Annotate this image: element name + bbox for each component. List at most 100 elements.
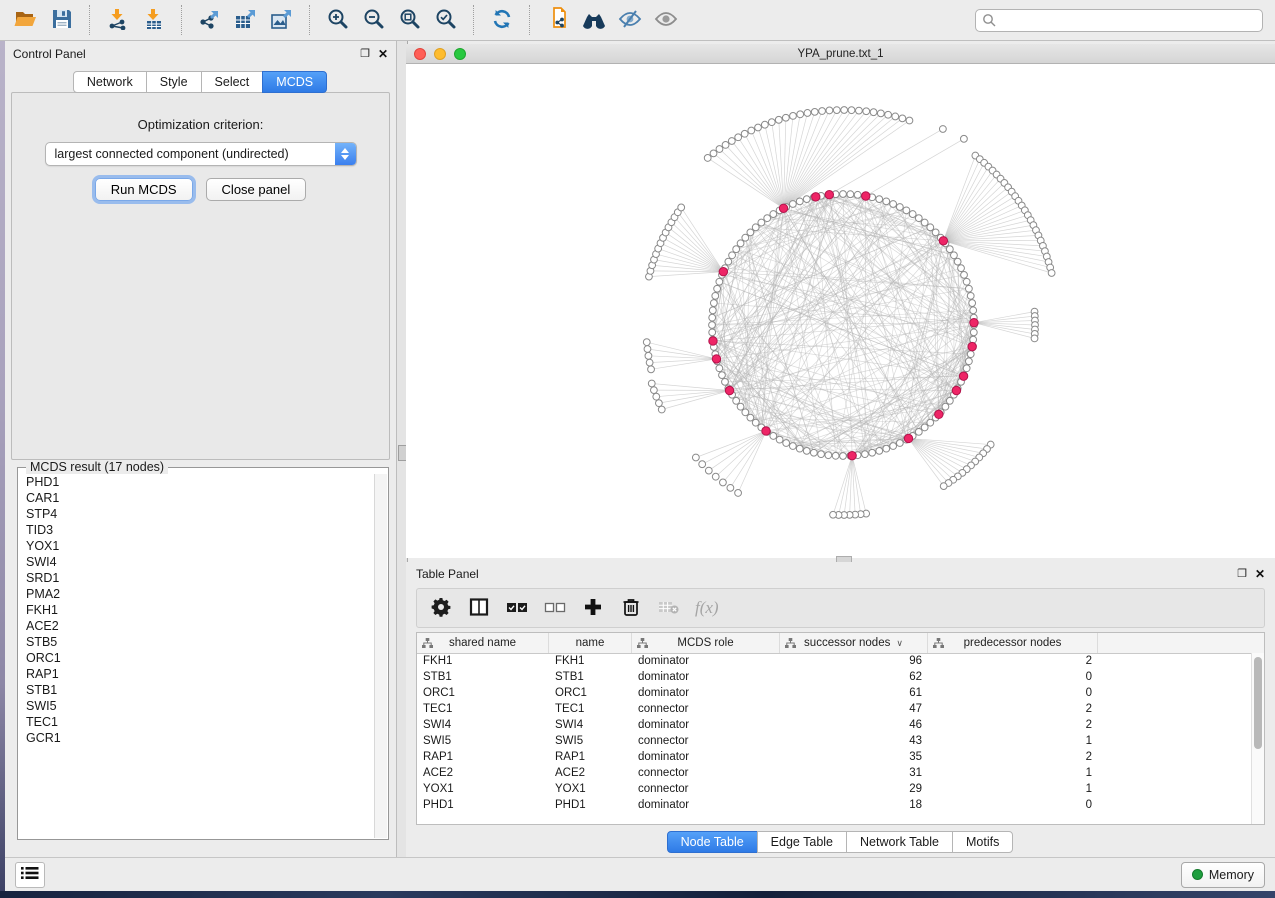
mcds-result-item[interactable]: RAP1 xyxy=(26,666,375,682)
table-row[interactable]: RAP1RAP1dominator352 xyxy=(417,749,1252,765)
unselect-all-columns-button[interactable] xyxy=(543,596,567,620)
network-graph[interactable] xyxy=(406,64,1275,558)
column-label: name xyxy=(576,637,605,649)
new-network-from-file-button[interactable] xyxy=(540,4,576,36)
table-row[interactable]: PHD1PHD1dominator180 xyxy=(417,797,1252,813)
refresh-button[interactable] xyxy=(484,4,520,36)
mcds-result-item[interactable]: CAR1 xyxy=(26,490,375,506)
table-row[interactable]: SWI5SWI5connector431 xyxy=(417,733,1252,749)
float-panel-icon[interactable]: ❐ xyxy=(360,49,370,60)
search-binoculars-button[interactable] xyxy=(576,4,612,36)
network-window-titlebar[interactable]: YPA_prune.txt_1 xyxy=(406,44,1275,64)
run-mcds-button[interactable]: Run MCDS xyxy=(95,178,193,201)
table-row[interactable]: YOX1YOX1connector291 xyxy=(417,781,1252,797)
export-network-button[interactable] xyxy=(192,4,228,36)
mcds-result-item[interactable]: STB1 xyxy=(26,682,375,698)
table-row[interactable]: FKH1FKH1dominator962 xyxy=(417,653,1252,669)
cell-name: YOX1 xyxy=(549,783,632,795)
column-header-name[interactable]: name xyxy=(549,633,632,653)
mcds-result-item[interactable]: STB5 xyxy=(26,634,375,650)
mcds-result-item[interactable]: SWI4 xyxy=(26,554,375,570)
cell-name: SWI4 xyxy=(549,719,632,731)
delete-column-button[interactable] xyxy=(619,596,643,620)
create-column-button[interactable] xyxy=(581,596,605,620)
tab-network[interactable]: Network xyxy=(73,71,147,93)
search-input[interactable] xyxy=(975,9,1263,32)
mcds-result-item[interactable]: PMA2 xyxy=(26,586,375,602)
mcds-result-item[interactable]: ORC1 xyxy=(26,650,375,666)
zoom-in-button[interactable] xyxy=(320,4,356,36)
column-label: shared name xyxy=(449,637,516,649)
select-all-columns-button[interactable] xyxy=(505,596,529,620)
tab-style[interactable]: Style xyxy=(146,71,202,93)
table-toolbar: f(x) xyxy=(416,588,1265,628)
export-table-button[interactable] xyxy=(228,4,264,36)
column-header-successor-nodes[interactable]: successor nodes∨ xyxy=(780,633,928,653)
table-row[interactable]: ORC1ORC1dominator610 xyxy=(417,685,1252,701)
mcds-result-item[interactable]: YOX1 xyxy=(26,538,375,554)
table-row[interactable]: TEC1TEC1connector472 xyxy=(417,701,1252,717)
control-panel-title: Control Panel xyxy=(13,47,86,61)
export-image-button[interactable] xyxy=(264,4,300,36)
tab-select[interactable]: Select xyxy=(201,71,264,93)
cell-shared_name: TEC1 xyxy=(417,703,549,715)
column-header-MCDS-role[interactable]: MCDS role xyxy=(632,633,780,653)
mcds-result-item[interactable]: SWI5 xyxy=(26,698,375,714)
tab-node-table[interactable]: Node Table xyxy=(667,831,758,853)
toolbar-separator xyxy=(309,5,311,35)
cell-shared_name: SWI4 xyxy=(417,719,549,731)
tab-motifs[interactable]: Motifs xyxy=(952,831,1013,853)
close-panel-icon[interactable]: ✕ xyxy=(1255,568,1265,580)
memory-label: Memory xyxy=(1209,868,1254,882)
zoom-out-button[interactable] xyxy=(356,4,392,36)
table-row[interactable]: STB1STB1dominator620 xyxy=(417,669,1252,685)
table-options-button[interactable] xyxy=(429,596,453,620)
export-table-icon xyxy=(234,8,258,33)
hide-selected-button[interactable] xyxy=(612,4,648,36)
cell-name: STB1 xyxy=(549,671,632,683)
table-panel: Table Panel ❐ ✕ xyxy=(406,562,1275,857)
function-builder-button[interactable]: f(x) xyxy=(695,596,719,620)
save-session-button[interactable] xyxy=(44,4,80,36)
zoom-fit-button[interactable] xyxy=(392,4,428,36)
mcds-result-item[interactable]: SRD1 xyxy=(26,570,375,586)
cell-name: ORC1 xyxy=(549,687,632,699)
task-history-button[interactable] xyxy=(15,862,45,888)
mcds-result-item[interactable]: ACE2 xyxy=(26,618,375,634)
criterion-value: largest connected component (undirected) xyxy=(46,143,356,165)
show-columns-button[interactable] xyxy=(467,596,491,620)
import-table-button[interactable] xyxy=(136,4,172,36)
table-row[interactable]: SWI4SWI4dominator462 xyxy=(417,717,1252,733)
mcds-result-item[interactable]: GCR1 xyxy=(26,730,375,746)
tab-edge-table[interactable]: Edge Table xyxy=(757,831,847,853)
close-panel-icon[interactable]: ✕ xyxy=(378,48,388,60)
column-header-shared-name[interactable]: shared name xyxy=(417,633,549,653)
mcds-result-item[interactable]: STP4 xyxy=(26,506,375,522)
table-row[interactable]: ACE2ACE2connector311 xyxy=(417,765,1252,781)
delete-table-button[interactable] xyxy=(657,596,681,620)
import-network-button[interactable] xyxy=(100,4,136,36)
mcds-result-item[interactable]: PHD1 xyxy=(26,474,375,490)
table-scrollbar[interactable] xyxy=(1251,653,1264,824)
plus-icon xyxy=(583,597,603,620)
table-scrollbar-thumb[interactable] xyxy=(1254,657,1262,749)
open-file-button[interactable] xyxy=(8,4,44,36)
network-window-title: YPA_prune.txt_1 xyxy=(406,48,1275,60)
close-panel-button[interactable]: Close panel xyxy=(206,178,307,201)
float-panel-icon[interactable]: ❐ xyxy=(1237,569,1247,580)
cell-name: ACE2 xyxy=(549,767,632,779)
column-label: predecessor nodes xyxy=(964,637,1062,649)
mcds-result-item[interactable]: TID3 xyxy=(26,522,375,538)
mcds-result-item[interactable]: FKH1 xyxy=(26,602,375,618)
column-namespace-icon xyxy=(933,638,944,651)
memory-button[interactable]: Memory xyxy=(1181,862,1265,888)
mcds-list-scrollbar[interactable] xyxy=(374,474,387,838)
zoom-selected-button[interactable] xyxy=(428,4,464,36)
tab-network-table[interactable]: Network Table xyxy=(846,831,953,853)
column-header-predecessor-nodes[interactable]: predecessor nodes xyxy=(928,633,1098,653)
show-hidden-button[interactable] xyxy=(648,4,684,36)
mcds-result-item[interactable]: TEC1 xyxy=(26,714,375,730)
criterion-dropdown[interactable]: largest connected component (undirected) xyxy=(45,142,357,166)
list-icon xyxy=(21,866,39,883)
tab-mcds[interactable]: MCDS xyxy=(262,71,327,93)
